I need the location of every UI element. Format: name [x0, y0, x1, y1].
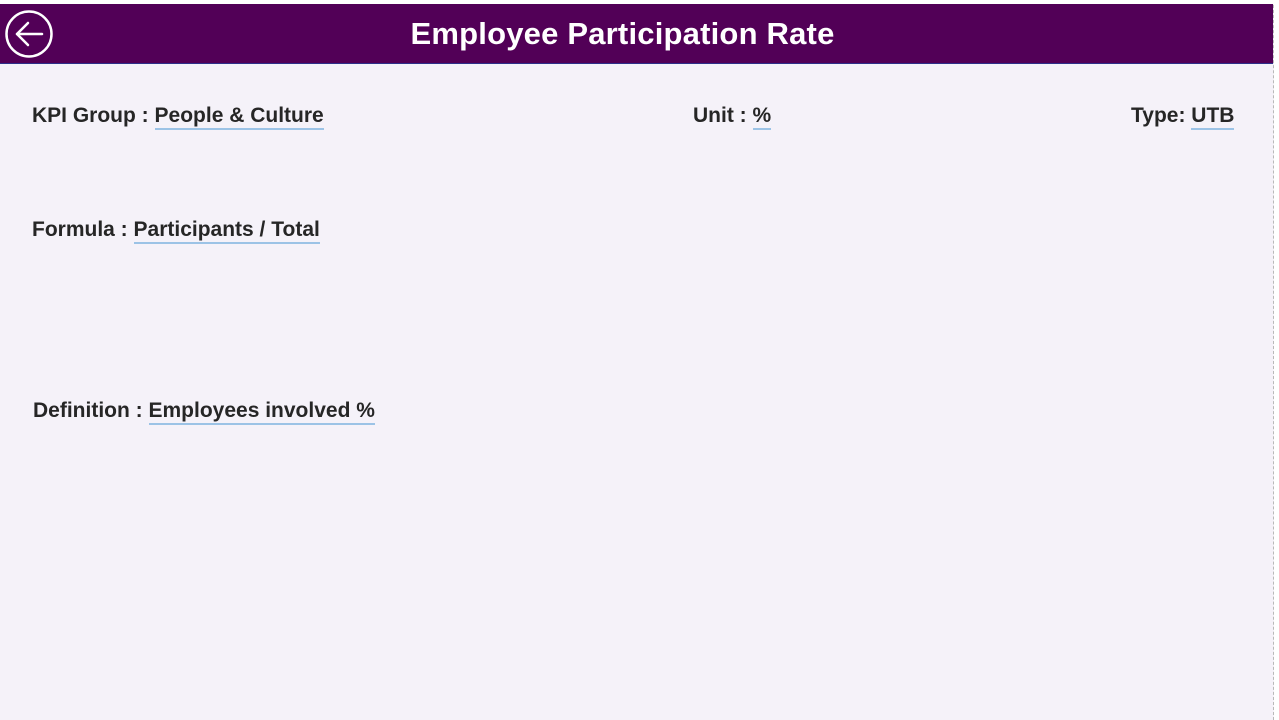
type-value: UTB: [1191, 104, 1235, 130]
definition-field: Definition : Employees involved %: [33, 398, 375, 425]
kpi-group-field: KPI Group : People & Culture: [32, 103, 324, 130]
formula-field: Formula : Participants / Total: [32, 217, 320, 244]
unit-label: Unit :: [693, 104, 747, 127]
title-banner: Employee Participation Rate: [0, 4, 1273, 64]
page-title: Employee Participation Rate: [410, 16, 835, 51]
definition-value: Employees involved %: [148, 399, 375, 425]
unit-value: %: [752, 104, 772, 130]
unit-field: Unit : %: [693, 103, 772, 130]
definition-label: Definition :: [33, 399, 143, 422]
type-label: Type:: [1131, 104, 1186, 127]
kpi-group-value: People & Culture: [154, 104, 324, 130]
formula-label: Formula :: [32, 218, 128, 241]
type-field: Type: UTB: [1131, 103, 1235, 130]
kpi-group-label: KPI Group :: [32, 104, 149, 127]
formula-value: Participants / Total: [133, 218, 320, 244]
kpi-definition-sheet: Employee Participation Rate KPI Group : …: [0, 0, 1274, 720]
